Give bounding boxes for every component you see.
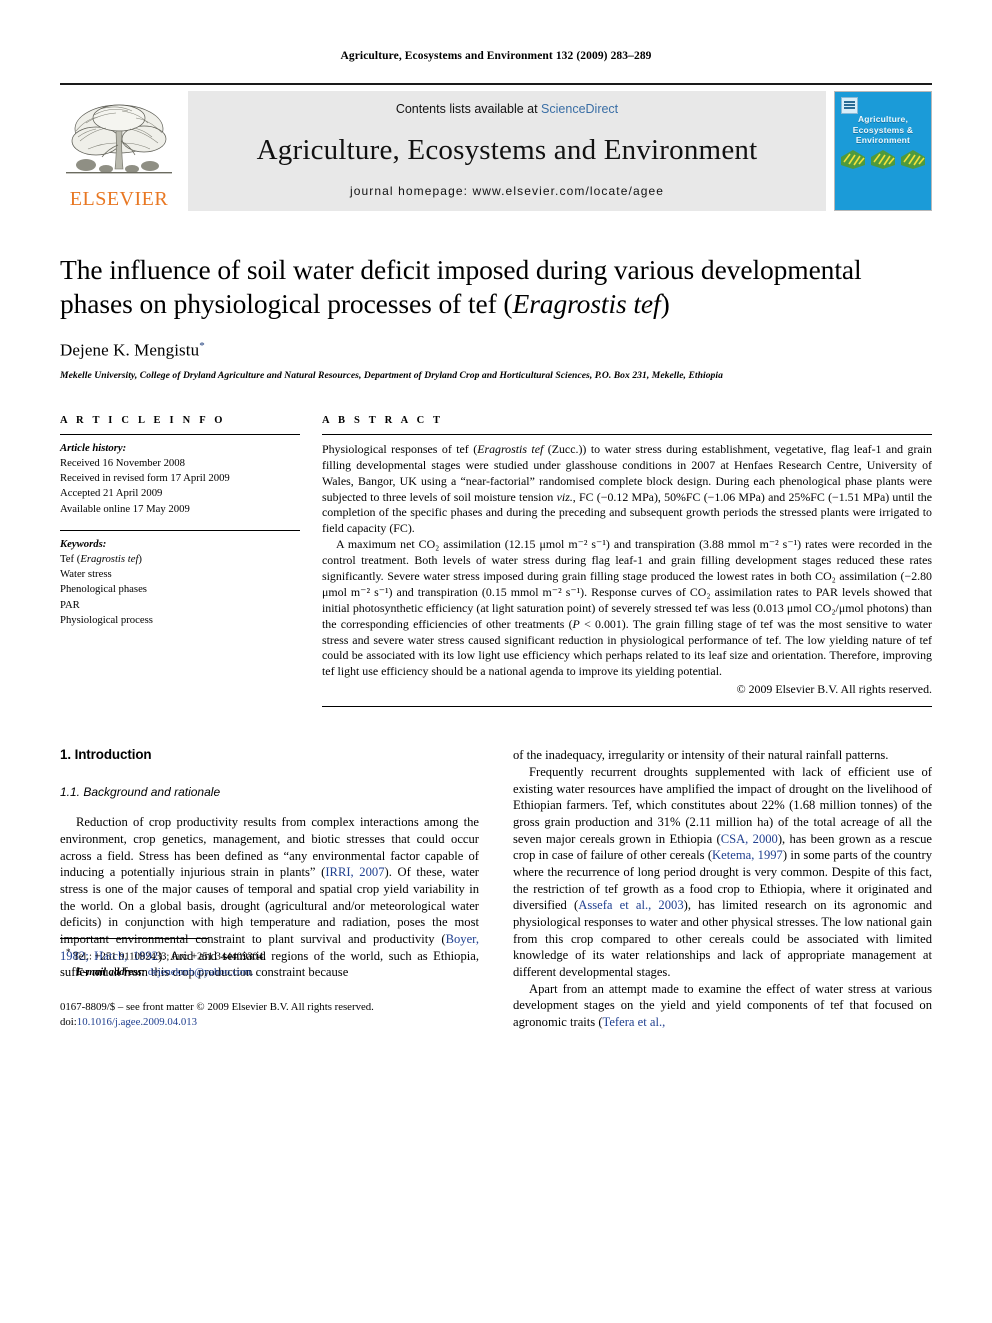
front-matter-line: 0167-8809/$ – see front matter © 2009 El… [60,1000,374,1013]
abstract-text: Physiological responses of tef (Eragrost… [322,435,932,680]
page-title: The influence of soil water deficit impo… [60,253,932,321]
field-icon [871,150,895,169]
footnote-email: E-mail address: dejenekmh@yahoo.com. [60,965,479,980]
left-column: 1. Introduction 1.1. Background and rati… [60,747,479,1030]
author-name: Dejene K. Mengistu [60,340,200,360]
abstract-block: A B S T R A C T Physiological responses … [322,414,932,708]
citation-tefera[interactable]: Tefera et al., [603,1015,666,1029]
right-paragraph-1: of the inadequacy, irregularity or inten… [513,748,889,763]
author-name-row: Dejene K. Mengistu* [60,340,932,361]
footnote-contact-text: Tel.: +251 911082433; fax: +251 34440930… [72,951,266,963]
abstract-paragraph-2: A maximum net CO₂ assimilation (12.15 μm… [322,537,932,680]
section-heading-introduction: 1. Introduction [60,747,152,763]
corresponding-author-marker[interactable]: * [199,340,205,352]
author-affiliation: Mekelle University, College of Dryland A… [60,369,723,381]
title-block: The influence of soil water deficit impo… [60,253,932,381]
cover-title-line3: Environment [855,135,911,146]
keywords-block: Keywords: Tef (Eragrostis tef) Water str… [60,531,300,628]
abstract-heading: A B S T R A C T [322,414,444,426]
journal-badge-icon [841,97,858,114]
citation-csa-2000[interactable]: CSA, 2000 [721,832,778,846]
keyword-item: Tef (Eragrostis tef) [60,552,300,567]
elsevier-tree-icon [66,104,172,174]
article-history-label: Article history: [60,441,127,454]
journal-cover-thumbnail[interactable]: Agriculture, Ecosystems & Environment [834,91,932,211]
keyword-suffix: ) [138,552,142,565]
running-head: Agriculture, Ecosystems and Environment … [340,50,652,62]
keywords-label: Keywords: [60,537,107,550]
history-item: Received 16 November 2008 [60,457,185,470]
abstract-p1-species: Eragrostis tef [477,441,544,456]
citation-irri-2007[interactable]: IRRI, 2007 [325,865,384,879]
cover-title-line1: Agriculture, [857,114,909,124]
journal-masthead: ELSEVIER Contents lists available at Sci… [60,83,932,211]
doi-link[interactable]: 10.1016/j.agee.2009.04.013 [77,1016,197,1028]
contents-prefix: Contents lists available at [395,102,542,116]
footnote-email-link[interactable]: dejenekmh@yahoo.com. [148,967,254,978]
citation-assefa-2003[interactable]: Assefa et al., 2003 [578,898,683,912]
abstract-bottom-rule [322,706,932,708]
sciencedirect-link[interactable]: ScienceDirect [541,102,618,116]
title-line-2-prefix: phases on physiological processes of tef… [60,288,513,320]
masthead-center: Contents lists available at ScienceDirec… [188,91,826,211]
journal-homepage[interactable]: journal homepage: www.elsevier.com/locat… [188,184,826,198]
keyword-item: PAR [60,598,80,611]
cover-title: Agriculture, Ecosystems & Environment [835,114,931,146]
title-species-italic: Eragrostis tef [512,288,661,320]
history-item: Available online 17 May 2009 [60,502,190,515]
keyword-species-italic: Eragrostis tef [80,552,139,565]
keyword-item: Physiological process [60,613,153,626]
abstract-p2-pvalue: P [572,616,580,631]
article-info-heading: A R T I C L E I N F O [60,414,226,426]
copyright-line: © 2009 Elsevier B.V. All rights reserved… [736,682,932,697]
footnote-region: * Tel.: +251 911082433; fax: +251 344409… [60,937,479,1031]
right-column: of the inadequacy, irregularity or inten… [513,747,932,1030]
footnote-email-label: E-mail address: [76,966,146,978]
right-p3-a: Apart from an attempt made to examine th… [513,981,932,1029]
journal-title: Agriculture, Ecosystems and Environment [256,133,758,166]
history-item: Accepted 21 April 2009 [60,487,163,500]
subsection-heading-background: 1.1. Background and rationale [60,785,221,800]
article-history: Article history: Received 16 November 20… [60,435,300,517]
body-columns: 1. Introduction 1.1. Background and rati… [60,747,932,1030]
contents-available-line: Contents lists available at ScienceDirec… [188,102,826,116]
right-paragraph-2: Frequently recurrent droughts supplement… [513,764,932,981]
article-info-block: A R T I C L E I N F O Article history: R… [60,415,322,628]
elsevier-wordmark: ELSEVIER [69,188,169,210]
title-line-1: The influence of soil water deficit impo… [60,254,862,285]
elsevier-logo: ELSEVIER [60,91,178,211]
footnote-contact: * Tel.: +251 911082433; fax: +251 344409… [60,946,479,965]
doi-label: doi: [60,1016,77,1029]
citation-ketema-1997[interactable]: Ketema, 1997 [712,848,783,862]
keyword-item: Phenological phases [60,583,147,596]
keyword-prefix: Tef ( [60,552,81,565]
footnote-marker: * [66,946,71,957]
field-icon [901,150,925,169]
article-page: Agriculture, Ecosystems and Environment … [0,0,992,1323]
doi-line: doi:10.1016/j.agee.2009.04.013 [60,1015,479,1030]
abstract-p1-a: Physiological responses of tef ( [322,441,478,456]
title-line-2-suffix: ) [660,288,670,320]
cover-title-line2: Ecosystems & [852,124,914,135]
history-item: Received in revised form 17 April 2009 [60,472,230,485]
right-paragraph-3: Apart from an attempt made to examine th… [513,981,932,1031]
footnote-rule [60,937,208,939]
abstract-paragraph-1: Physiological responses of tef (Eragrost… [322,442,932,537]
front-matter-block: 0167-8809/$ – see front matter © 2009 El… [60,1000,479,1031]
info-abstract-region: A R T I C L E I N F O Article history: R… [60,414,932,708]
cover-field-illustrations [840,148,926,170]
field-icon [841,150,865,169]
abstract-p1-viz: viz. [556,489,573,504]
keyword-item: Water stress [60,568,112,581]
